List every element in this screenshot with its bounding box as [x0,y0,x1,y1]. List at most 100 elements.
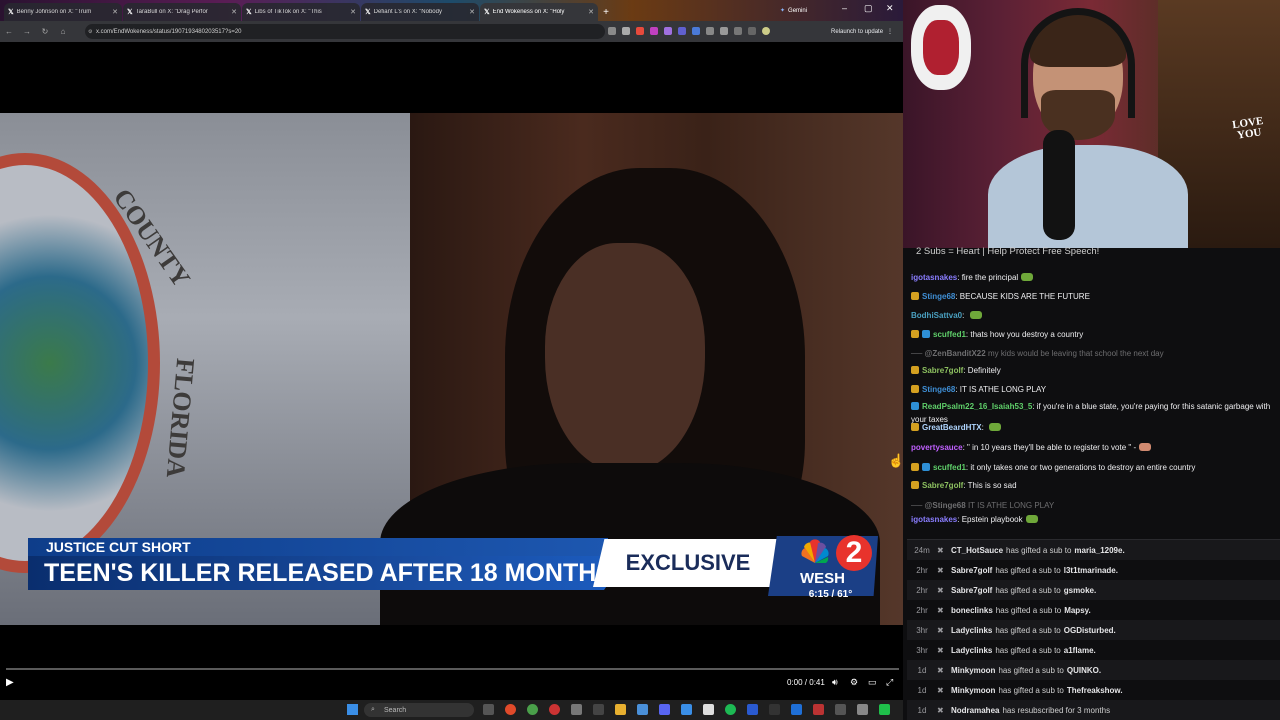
app-icon[interactable] [835,704,846,715]
puzzle-icon[interactable] [720,27,728,35]
event-username[interactable]: Nodramahea [951,706,999,715]
chat-username[interactable]: igotasnakes [911,515,957,524]
event-target[interactable]: QUINKO. [1067,666,1101,675]
more-icon[interactable]: ⋮ [887,28,893,35]
app-icon[interactable] [813,704,824,715]
event-target[interactable]: gsmoke. [1064,586,1096,595]
close-icon[interactable]: ✕ [112,8,118,16]
reload-icon[interactable]: ↻ [36,27,54,36]
close-icon[interactable]: ✕ [231,8,237,16]
extension-icon[interactable] [664,27,672,35]
chat-username[interactable]: BodhiSattva0 [911,311,962,320]
close-icon[interactable]: ✕ [350,8,356,16]
chat-username[interactable]: Sabre7golf [922,481,963,490]
event-target[interactable]: Thefreakshow. [1067,686,1123,695]
cast-icon[interactable] [608,27,616,35]
event-target[interactable]: l3t1tmarinade. [1064,566,1118,575]
tab-4[interactable]: 𝕏 Defiant L's on X: "Nobody ✕ [361,3,479,21]
chat-username[interactable]: Sabre7golf [922,366,963,375]
app-icon[interactable] [703,704,714,715]
close-icon[interactable]: ✕ [588,8,594,16]
event-username[interactable]: Sabre7golf [951,586,992,595]
event-username[interactable]: CT_HotSauce [951,546,1003,555]
chat-username[interactable]: Stinge68 [922,385,955,394]
forward-icon[interactable]: → [18,27,36,36]
chat-username[interactable]: GreatBeardHTX [922,423,982,432]
app-icon[interactable] [791,704,802,715]
event-target[interactable]: maria_1209e. [1074,546,1124,555]
chat-username[interactable]: @ZenBanditX22 [925,349,986,358]
url-field[interactable]: ⚙ x.com/EndWokeness/status/19071934802035… [85,24,605,39]
chat-badge-icon[interactable] [922,330,930,338]
chat-username[interactable]: Stinge68 [922,292,955,301]
new-tab-button[interactable]: + [599,3,613,21]
chat-username[interactable]: scuffed1 [933,330,966,339]
app-icon[interactable] [571,704,582,715]
minimize-icon[interactable]: – [842,3,847,13]
back-icon[interactable]: ← [0,27,18,36]
gemini-button[interactable]: ✦ Gemini [780,3,834,18]
spotify-icon[interactable] [725,704,736,715]
event-username[interactable]: Ladyclinks [951,646,992,655]
chat-badge-icon[interactable] [911,481,919,489]
star-icon[interactable] [622,27,630,35]
extension-icon[interactable] [692,27,700,35]
taskbar-search[interactable]: ⌕ Search [364,703,474,717]
task-view-icon[interactable] [483,704,494,715]
app-icon[interactable] [505,704,516,715]
discord-icon[interactable] [659,704,670,715]
relaunch-button[interactable]: Relaunch to update ⋮ [826,25,898,38]
app-icon[interactable] [747,704,758,715]
video-player[interactable]: COUNTY FLORIDA JUSTICE CUT SHORT TEEN'S … [0,113,903,625]
chat-badge-icon[interactable] [911,330,919,338]
app-icon[interactable] [857,704,868,715]
miniplayer-icon[interactable]: ▭ [868,677,877,688]
close-window-icon[interactable]: ✕ [886,3,894,14]
home-icon[interactable]: ⌂ [54,27,72,36]
event-username[interactable]: Minkymoon [951,666,995,675]
download-icon[interactable] [748,27,756,35]
chat-badge-icon[interactable] [911,292,919,300]
app-icon[interactable] [549,704,560,715]
tab-1[interactable]: 𝕏 Benny Johnson on X: "Trum ✕ [4,3,122,21]
app-icon[interactable] [681,704,692,715]
event-target[interactable]: OGDisturbed. [1064,626,1116,635]
chat-username[interactable]: povertysauce [911,443,963,452]
app-icon[interactable] [769,704,780,715]
fullscreen-icon[interactable]: ⤢ [886,677,893,688]
sidebar-icon[interactable] [734,27,742,35]
folder-icon[interactable] [615,704,626,715]
event-username[interactable]: Minkymoon [951,686,995,695]
chat-username[interactable]: ReadPsalm22_16_Isaiah53_5 [922,402,1032,411]
extension-icon[interactable] [678,27,686,35]
app-icon[interactable] [593,704,604,715]
chat-badge-icon[interactable] [922,463,930,471]
chat-badge-icon[interactable] [911,385,919,393]
play-icon[interactable]: ▶ [6,677,18,689]
volume-icon[interactable]: 🔊︎ [832,677,838,688]
event-username[interactable]: boneclinks [951,606,993,615]
settings-icon[interactable]: ⚙ [850,677,858,688]
site-info-icon[interactable]: ⚙ [88,29,92,35]
event-target[interactable]: Mapsy. [1064,606,1091,615]
chrome-icon[interactable] [527,704,538,715]
chat-badge-icon[interactable] [911,402,919,410]
tab-3[interactable]: 𝕏 Libs of TikTok on X: "This ✕ [242,3,360,21]
chat-username[interactable]: scuffed1 [933,463,966,472]
progress-bar[interactable] [6,668,899,670]
close-icon[interactable]: ✕ [469,8,475,16]
chat-badge-icon[interactable] [911,366,919,374]
event-username[interactable]: Ladyclinks [951,626,992,635]
extension-icon[interactable] [650,27,658,35]
event-target[interactable]: a1flame. [1064,646,1096,655]
app-icon[interactable] [879,704,890,715]
extension-icon[interactable] [706,27,714,35]
event-username[interactable]: Sabre7golf [951,566,992,575]
chat-username[interactable]: @Stinge68 [925,501,966,510]
extension-icon[interactable] [636,27,644,35]
chat-badge-icon[interactable] [911,463,919,471]
tab-5-active[interactable]: 𝕏 End Wokeness on X: "Holy ✕ [480,3,598,21]
tab-2[interactable]: 𝕏 TaraBull on X: "Drag Perfor ✕ [123,3,241,21]
chat-badge-icon[interactable] [911,423,919,431]
chat-username[interactable]: igotasnakes [911,273,957,282]
